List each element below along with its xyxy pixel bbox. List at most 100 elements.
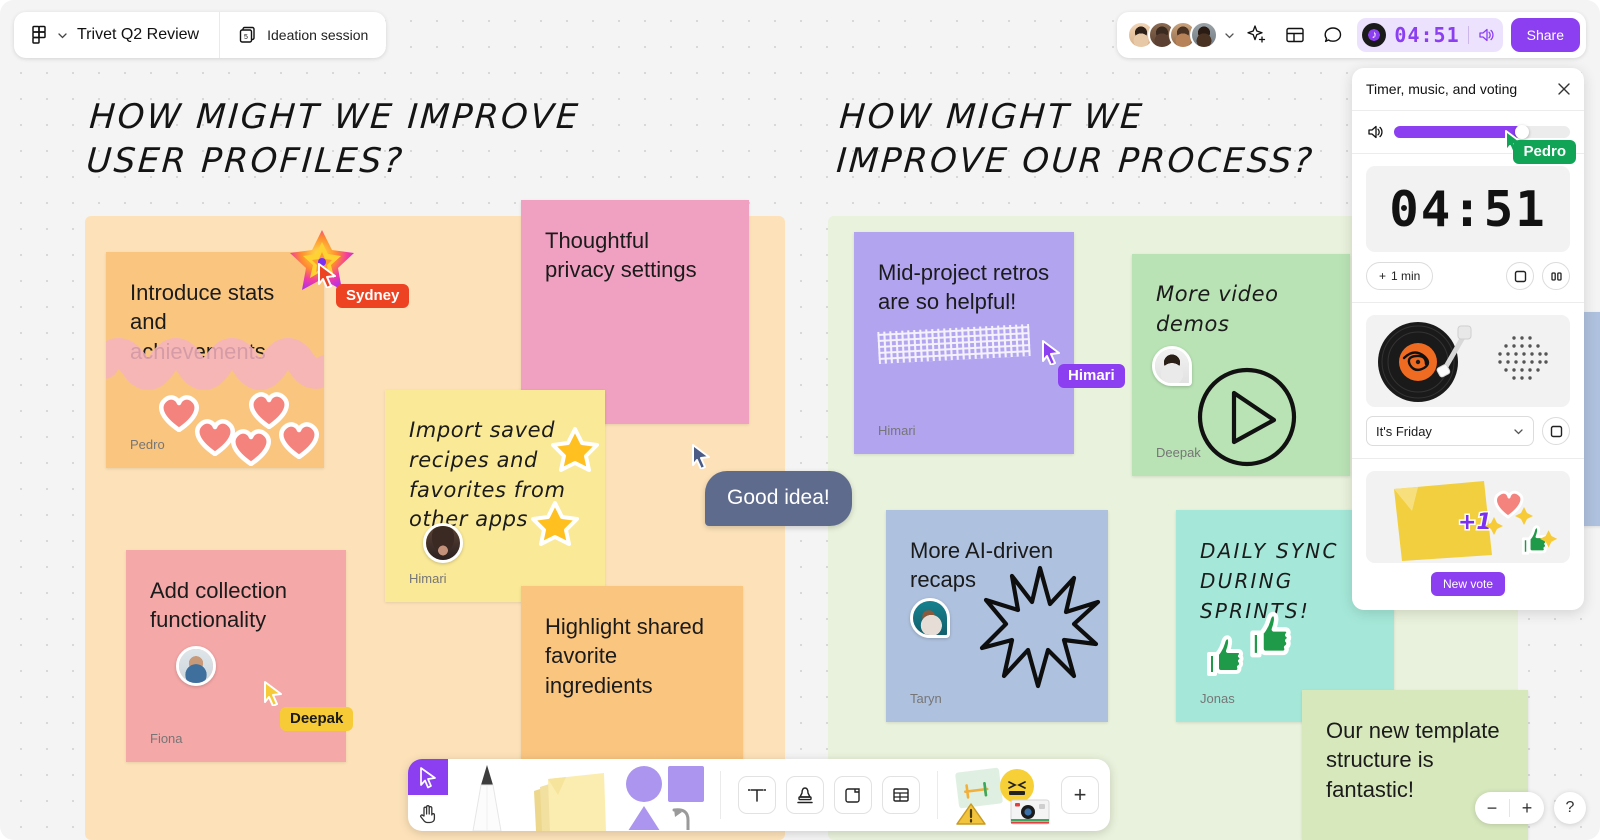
- cursor-label-sydney: Sydney: [336, 284, 410, 308]
- timer-lcd-digits: 04:51: [1389, 180, 1547, 238]
- avatar-deepak[interactable]: [176, 646, 216, 686]
- music-track-select[interactable]: It's Friday: [1366, 416, 1534, 446]
- chevron-down-icon[interactable]: [1224, 30, 1235, 41]
- text-icon: [748, 789, 766, 802]
- cursor-pointer-sydney-icon: [318, 263, 336, 288]
- stamp-tool[interactable]: [786, 776, 824, 814]
- pen-tool[interactable]: [456, 759, 518, 831]
- pause-icon: [1550, 271, 1562, 281]
- music-track-label: It's Friday: [1376, 423, 1432, 439]
- pages-icon: 5: [239, 26, 255, 43]
- pointer-hand-toggle[interactable]: [408, 759, 448, 831]
- document-title: Trivet Q2 Review: [77, 26, 200, 43]
- table-tool[interactable]: [882, 776, 920, 814]
- figjam-logo-icon: [32, 25, 46, 44]
- hand-tool[interactable]: [408, 795, 448, 831]
- sticky-note-text: More video demos: [1156, 282, 1279, 336]
- timer-section: Pedro 04:51 + 1 min: [1352, 140, 1584, 303]
- timer-lcd: 04:51: [1366, 166, 1570, 252]
- sticky-note-text: Thoughtful privacy settings: [545, 228, 697, 283]
- sticky-note-tool[interactable]: [518, 759, 614, 831]
- timer-music-pill[interactable]: ♪ 04:51: [1357, 18, 1503, 52]
- insert-tools-group: [727, 759, 931, 831]
- toolbar-divider: [937, 771, 938, 819]
- stop-square-icon: [1550, 425, 1562, 437]
- chevron-down-icon[interactable]: [57, 30, 68, 41]
- sparkle-ai-icon: [1247, 25, 1266, 43]
- washi-tape-sticker-icon: [877, 324, 1031, 364]
- cursor-pointer-icon: [420, 767, 436, 789]
- volume-icon[interactable]: [1477, 26, 1495, 44]
- svg-text:+1: +1: [1458, 510, 1492, 535]
- pointer-tool[interactable]: [408, 759, 448, 795]
- volume-icon[interactable]: [1366, 123, 1384, 141]
- sticky-note-author: Fiona: [150, 731, 183, 746]
- sticky-note-text: Highlight shared favorite ingredients: [545, 614, 704, 698]
- speech-bubble-good-idea[interactable]: Good idea!: [705, 471, 852, 526]
- hand-icon: [420, 805, 436, 824]
- equalizer-dots-icon: [1498, 336, 1548, 380]
- volume-slider[interactable]: [1394, 125, 1570, 139]
- document-menu[interactable]: Trivet Q2 Review: [14, 12, 221, 58]
- avatar-himari[interactable]: [423, 523, 463, 563]
- tab-label: Ideation session: [267, 27, 369, 43]
- heart-sticker-icon[interactable]: [228, 424, 274, 466]
- heart-sticker-icon[interactable]: [276, 417, 322, 459]
- star-sticker-icon[interactable]: [551, 426, 599, 472]
- shapes-tool[interactable]: [614, 759, 714, 831]
- starburst-doodle-icon: [979, 565, 1101, 689]
- stickers-tool[interactable]: [950, 759, 1056, 831]
- timer-display: 04:51: [1394, 23, 1460, 47]
- tab-ideation-session[interactable]: 5 Ideation session: [220, 12, 386, 58]
- avatar-deepak[interactable]: [1152, 346, 1192, 386]
- thumbs-up-sticker-icon[interactable]: [1238, 608, 1294, 662]
- sticky-note-import-recipes[interactable]: Import saved recipes and favorites from …: [385, 390, 605, 602]
- music-stop-button[interactable]: [1542, 417, 1570, 445]
- timer-pause-button[interactable]: [1542, 262, 1570, 290]
- new-vote-button[interactable]: New vote: [1430, 572, 1506, 596]
- plus-icon: +: [1379, 269, 1387, 283]
- topbar-left-group: Trivet Q2 Review 5 Ideation session: [14, 12, 387, 58]
- templates-button[interactable]: [1279, 19, 1311, 51]
- sticky-note-author: Himari: [409, 571, 447, 586]
- close-icon[interactable]: [1556, 81, 1572, 97]
- timer-music-voting-panel: Timer, music, and voting Pedro 04:51 + 1…: [1352, 68, 1584, 610]
- zoom-in-button[interactable]: +: [1510, 792, 1544, 824]
- svg-text:5: 5: [244, 34, 248, 41]
- music-disc-icon[interactable]: ♪: [1362, 23, 1387, 47]
- sticky-note-author: Himari: [878, 423, 916, 438]
- add-minute-label: 1 min: [1391, 269, 1421, 283]
- sticky-note-text: Add collection functionality: [150, 578, 287, 633]
- bottom-toolbar: +: [408, 759, 1110, 831]
- sticky-note-author: Jonas: [1200, 691, 1235, 706]
- share-button[interactable]: Share: [1510, 18, 1580, 52]
- section-tool[interactable]: [834, 776, 872, 814]
- sticky-note-ai-recaps[interactable]: More AI-driven recaps Taryn: [886, 510, 1108, 722]
- zoom-out-button[interactable]: −: [1475, 792, 1509, 824]
- cursor-label-deepak: Deepak: [280, 707, 354, 731]
- topbar-right-group: ♪ 04:51 Share: [1117, 12, 1586, 58]
- avatar-taryn[interactable]: [910, 598, 950, 638]
- stickers-group: +: [944, 759, 1110, 831]
- sparkle-ai-button[interactable]: [1241, 19, 1273, 51]
- cursor-label-pedro: Pedro: [1513, 140, 1576, 164]
- voting-artwork: +1: [1366, 471, 1570, 563]
- sticky-note-author: Pedro: [130, 437, 165, 452]
- chevron-down-icon: [1514, 428, 1523, 434]
- add-more-tool[interactable]: +: [1061, 776, 1099, 814]
- stop-square-icon: [1514, 270, 1526, 282]
- comment-button[interactable]: [1317, 19, 1349, 51]
- text-tool[interactable]: [738, 776, 776, 814]
- cursor-pointer-himari-icon: [1042, 340, 1060, 365]
- help-button[interactable]: ?: [1554, 792, 1586, 824]
- toolbar-divider: [720, 771, 721, 819]
- panel-header: Timer, music, and voting: [1352, 68, 1584, 111]
- timer-stop-button[interactable]: [1506, 262, 1534, 290]
- star-sticker-icon[interactable]: [531, 500, 579, 546]
- music-artwork[interactable]: [1366, 315, 1570, 407]
- sticky-note-stack-icon: [534, 773, 606, 831]
- collaborator-avatars[interactable]: [1127, 21, 1235, 49]
- sticky-note-more-video-demos[interactable]: More video demos Deepak: [1132, 254, 1350, 476]
- avatar[interactable]: [1190, 21, 1219, 49]
- add-one-minute-button[interactable]: + 1 min: [1366, 262, 1434, 290]
